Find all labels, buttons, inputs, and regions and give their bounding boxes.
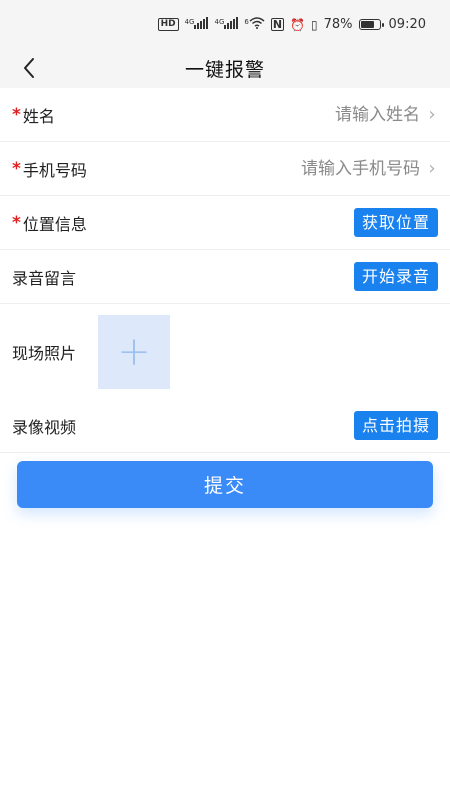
submit-wrap: 提交 [0,453,450,508]
chevron-right-icon: › [428,104,436,125]
nav-bar: 一键报警 [0,48,450,88]
clock: 09:20 [388,17,426,32]
back-button[interactable] [14,52,44,84]
photo-row: 现场照片 + [0,304,450,399]
location-row: * 位置信息 获取位置 [0,196,450,250]
location-label-wrap: * 位置信息 [12,211,87,235]
start-recording-button[interactable]: 开始录音 [353,262,438,291]
phone-row: * 手机号码 › [0,142,450,196]
video-label: 录像视频 [12,417,77,437]
name-label-wrap: * 姓名 [12,103,55,127]
record-video-button[interactable]: 点击拍摄 [353,411,438,440]
phone-input[interactable] [200,158,420,179]
battery-fill [360,21,374,28]
status-icons: HD 4G 4G 6 N ⏰ ▯ 78% 09:20 [157,17,426,32]
report-form: * 姓名 › * 手机号码 › * 位置信息 获取位置 录音留言 开始录音 现场… [0,88,450,453]
network-4g-label: 4G [184,18,195,26]
phone-input-wrap: › [200,158,438,179]
video-row: 录像视频 点击拍摄 [0,399,450,453]
name-input[interactable] [200,104,420,125]
submit-button[interactable]: 提交 [17,461,433,508]
alarm-icon: ⏰ [290,17,306,32]
name-input-wrap: › [200,104,438,125]
network-4g-icon-2: 4G [214,17,239,32]
status-bar: HD 4G 4G 6 N ⏰ ▯ 78% 09:20 [0,0,450,48]
location-label: 位置信息 [22,214,87,234]
page-title: 一键报警 [184,58,265,81]
name-label: 姓名 [22,106,55,126]
chevron-right-icon: › [428,158,436,179]
get-location-button[interactable]: 获取位置 [353,208,438,237]
vibrate-icon: ▯ [311,17,318,32]
battery-icon [358,19,384,30]
phone-label: 手机号码 [22,160,87,180]
voice-label: 录音留言 [12,268,77,288]
required-mark: * [12,212,21,233]
photo-label: 现场照片 [12,343,77,363]
required-mark: * [12,158,21,179]
battery-percent: 78% [323,17,353,32]
chevron-left-icon [24,58,34,78]
nfc-icon: N [270,18,285,31]
name-row: * 姓名 › [0,88,450,142]
hd-badge: HD [157,18,179,31]
required-mark: * [12,104,21,125]
add-photo-button[interactable]: + [98,314,170,389]
plus-icon: + [117,328,151,375]
network-4g-icon: 4G [185,17,209,32]
phone-label-wrap: * 手机号码 [12,157,87,181]
voice-row: 录音留言 开始录音 [0,250,450,304]
network-4g-label-2: 4G [214,18,225,26]
wifi-icon: 6 [244,17,265,32]
